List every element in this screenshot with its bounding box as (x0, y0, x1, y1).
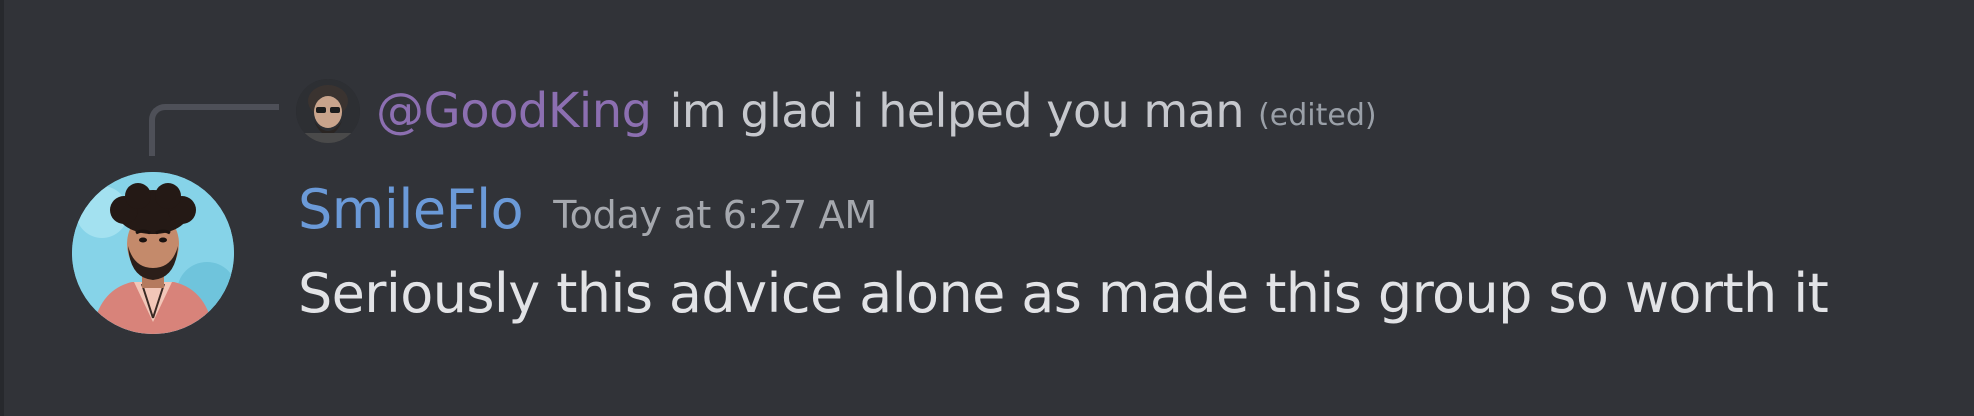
author-avatar[interactable] (72, 172, 234, 334)
message-header: SmileFlo Today at 6:27 AM (298, 178, 877, 244)
reply-reference[interactable]: @GoodKing im glad i helped you man (edit… (296, 78, 1377, 144)
reply-preview-text[interactable]: im glad i helped you man (670, 84, 1245, 138)
avatar-image (296, 79, 360, 143)
chat-message[interactable]: @GoodKing im glad i helped you man (edit… (0, 0, 1974, 416)
avatar-image (72, 172, 234, 334)
reply-author-avatar[interactable] (296, 79, 360, 143)
reply-connector-line (149, 104, 279, 156)
reply-author-mention[interactable]: @GoodKing (376, 83, 652, 139)
message-content: Seriously this advice alone as made this… (298, 262, 1829, 325)
author-username[interactable]: SmileFlo (298, 178, 524, 241)
message-timestamp[interactable]: Today at 6:27 AM (553, 193, 877, 237)
edited-label: (edited) (1258, 97, 1377, 133)
